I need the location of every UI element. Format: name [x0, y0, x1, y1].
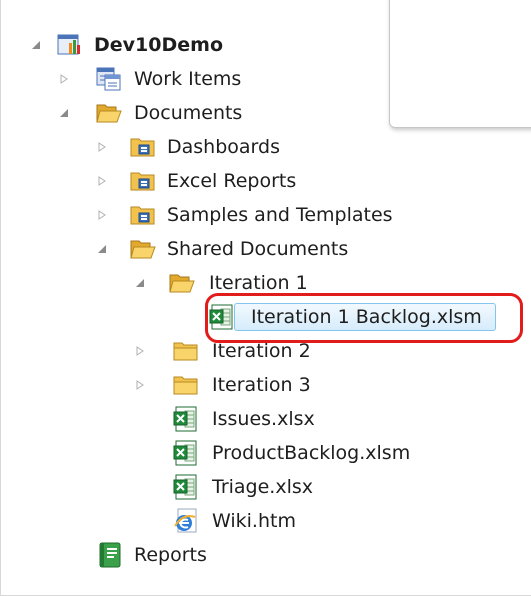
tree-label: Wiki.htm	[212, 510, 296, 532]
tree-label: ProductBacklog.xlsm	[212, 442, 411, 464]
team-project-icon	[57, 32, 83, 58]
tree-node-wiki[interactable]: Wiki.htm	[1, 504, 531, 538]
work-items-icon	[96, 66, 122, 92]
tree-label: Issues.xlsx	[212, 408, 315, 430]
tree-label: Iteration 3	[212, 374, 311, 396]
tree-node-work-items[interactable]: Work Items	[1, 62, 531, 96]
expanded-caret-icon[interactable]	[135, 278, 145, 288]
highlight-annotation	[205, 293, 523, 343]
tree-node-documents[interactable]: Documents	[1, 96, 531, 130]
tree-node-dev10demo[interactable]: Dev10Demo	[1, 28, 531, 62]
tree-label: Reports	[134, 544, 207, 566]
excel-file-icon	[173, 474, 199, 500]
document-library-folder-icon	[130, 202, 156, 228]
tree-label: Triage.xlsx	[212, 476, 314, 498]
tree-label: Excel Reports	[167, 170, 297, 192]
tree-label: Work Items	[134, 68, 242, 90]
excel-file-icon	[173, 440, 199, 466]
tree-node-samples-and-templates[interactable]: Samples and Templates	[1, 198, 531, 232]
document-library-folder-icon	[130, 134, 156, 160]
collapsed-caret-icon[interactable]	[97, 210, 107, 220]
folder-open-icon	[96, 100, 122, 126]
tree-node-issues[interactable]: Issues.xlsx	[1, 402, 531, 436]
document-library-folder-icon	[130, 168, 156, 194]
reports-book-icon	[97, 542, 123, 568]
folder-icon	[173, 338, 199, 364]
ie-web-file-icon	[173, 508, 199, 534]
tree-node-excel-reports[interactable]: Excel Reports	[1, 164, 531, 198]
collapsed-caret-icon[interactable]	[97, 176, 107, 186]
collapsed-caret-icon[interactable]	[97, 142, 107, 152]
tree-node-shared-documents[interactable]: Shared Documents	[1, 232, 531, 266]
tree-node-dashboards[interactable]: Dashboards	[1, 130, 531, 164]
tree-label: Samples and Templates	[167, 204, 393, 226]
tree-label: Shared Documents	[167, 238, 349, 260]
tree-node-iteration-3[interactable]: Iteration 3	[1, 368, 531, 402]
expanded-caret-icon[interactable]	[97, 244, 107, 254]
collapsed-caret-icon[interactable]	[59, 74, 69, 84]
folder-icon	[173, 372, 199, 398]
folder-open-icon	[130, 236, 156, 262]
tree-node-product-backlog[interactable]: ProductBacklog.xlsm	[1, 436, 531, 470]
tree-label: Dev10Demo	[94, 34, 223, 56]
tree-node-reports[interactable]: Reports	[1, 538, 531, 572]
tree-label: Documents	[134, 102, 243, 124]
team-explorer-tree: Dev10Demo Work Items Documents Dashboard…	[0, 0, 531, 596]
tree-node-triage[interactable]: Triage.xlsx	[1, 470, 531, 504]
collapsed-caret-icon[interactable]	[135, 380, 145, 390]
folder-open-icon	[169, 270, 195, 296]
excel-file-icon	[173, 406, 199, 432]
collapsed-caret-icon[interactable]	[135, 346, 145, 356]
tree-label: Dashboards	[167, 136, 280, 158]
expanded-caret-icon[interactable]	[59, 108, 69, 118]
expanded-caret-icon[interactable]	[31, 40, 41, 50]
